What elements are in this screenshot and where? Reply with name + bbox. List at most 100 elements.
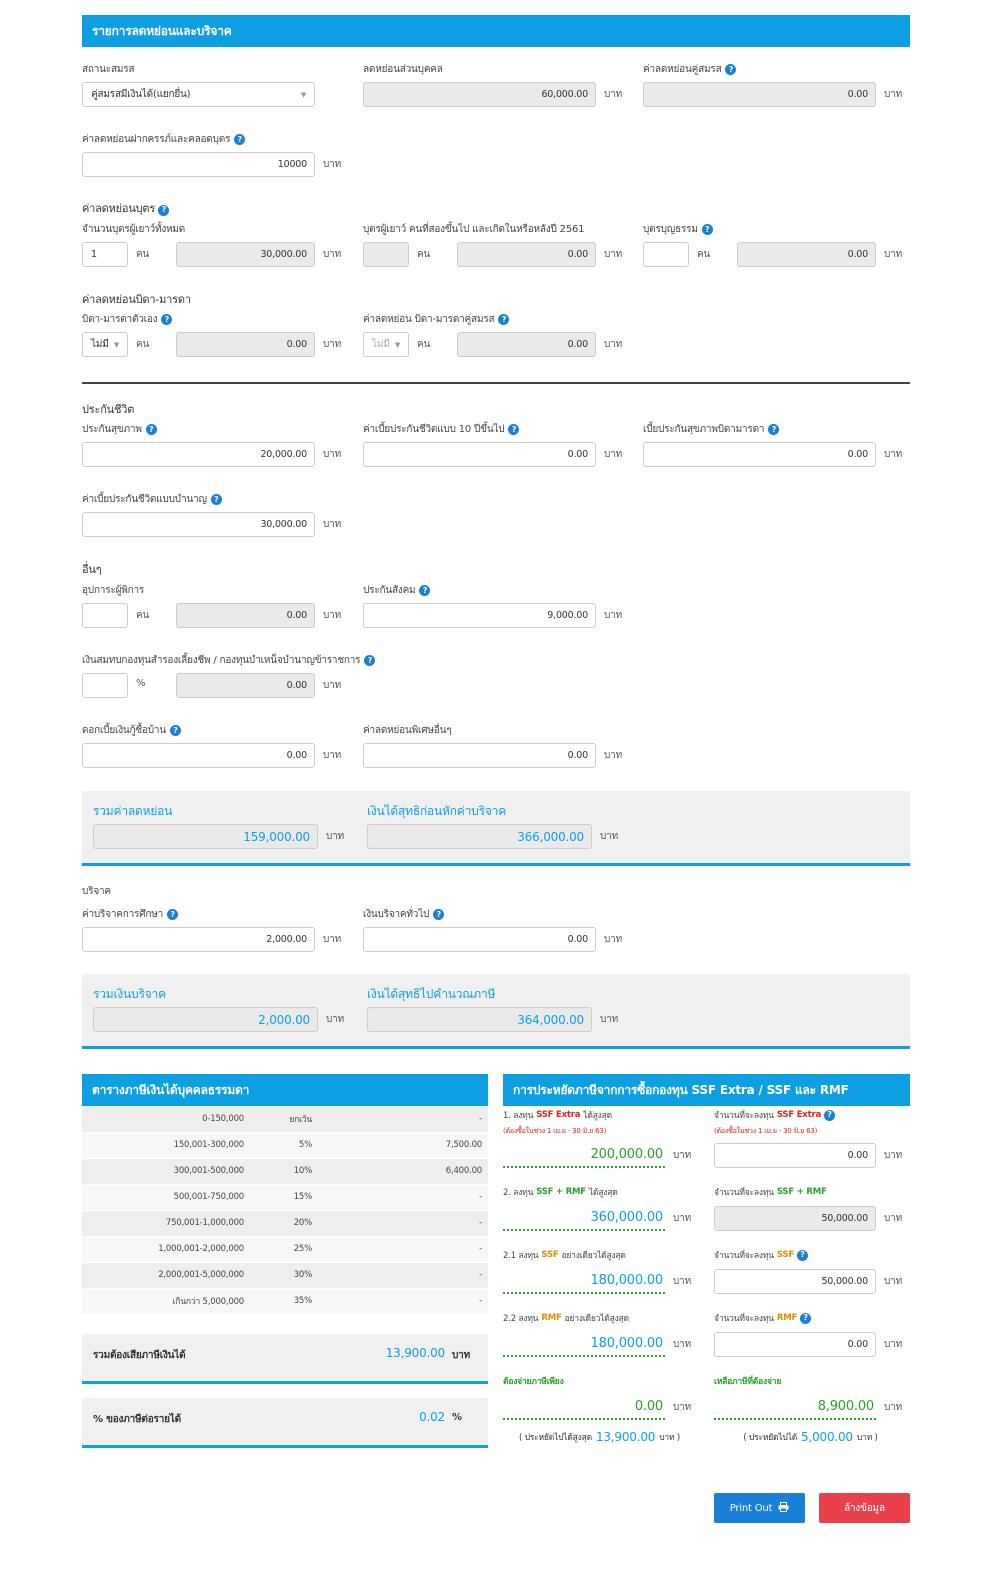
help-icon[interactable]: ? [508,424,520,435]
help-icon[interactable]: ? [725,64,737,75]
fund-percent-input[interactable] [82,673,128,698]
unit-person: คน [697,249,711,260]
tax-total-value: 13,900.00 [385,1346,445,1360]
print-button[interactable]: Print Out [714,1493,805,1523]
ssf-only-max-label: 2.1 ลงทุน SSF อย่างเดียวได้สูงสุด [503,1250,626,1261]
unit-baht: บาท [323,339,341,350]
parent-health-input[interactable]: 0.00 [643,442,876,467]
children-2561-value: 0.00 [457,242,596,267]
help-icon[interactable]: ? [158,204,170,216]
unit-baht: บาท [604,610,622,621]
help-icon[interactable]: ? [161,314,173,325]
help-icon[interactable]: ? [433,909,445,920]
ssf-extra-max-value: 200,000.00 [503,1142,665,1168]
tax-percent-value: 0.02 [419,1410,445,1424]
unit-baht: บาท [884,1339,902,1350]
edu-donation-input[interactable]: 2,000.00 [82,927,315,952]
save-max-text: ( ประหยัดไปได้สูงสุด 13,900.00 บาท ) [518,1430,681,1444]
total-deduction-label: รวมค่าลดหย่อน [93,804,173,818]
tax-amount-cell: - [318,1288,488,1315]
tax-range-cell: 300,001-500,000 [82,1158,250,1185]
pregnancy-input[interactable]: 10000 [82,152,315,177]
edu-donation-label: ค่าบริจาคการศึกษา? [82,907,179,922]
special-input[interactable]: 0.00 [363,743,596,768]
help-icon[interactable]: ? [419,585,431,596]
unit-baht: บาท [884,449,902,460]
pay-only-value: 0.00 [503,1394,665,1420]
tax-amount-cell: - [318,1210,488,1237]
rmf-invest-input[interactable]: 0.00 [714,1332,876,1357]
unit-baht: บาท [604,750,622,761]
help-icon[interactable]: ? [167,909,179,920]
help-icon[interactable]: ? [145,424,157,435]
social-input[interactable]: 9,000.00 [363,603,596,628]
parent-health-label: เบี้ยประกันสุขภาพบิดามารดา? [643,422,780,437]
marital-label: สถานะสมรส [82,64,135,75]
unit-baht: บาท [604,89,622,100]
general-donation-label: เงินบริจาคทั่วไป? [363,907,445,922]
life10-label: ค่าเบี้ยประกันชีวิตแบบ 10 ปีขึ้นไป? [363,422,520,437]
tax-amount-cell: - [318,1236,488,1263]
mortgage-input[interactable]: 0.00 [82,743,315,768]
other-section-title: อื่นๆ [82,563,102,576]
help-icon[interactable]: ? [498,314,510,325]
unit-baht: บาท [884,89,902,100]
help-icon[interactable]: ? [800,1312,812,1324]
remain-value: 8,900.00 [714,1394,876,1420]
unit-baht: บาท [884,1150,902,1161]
ssf-invest-input[interactable]: 50,000.00 [714,1269,876,1294]
children-adopted-value: 0.00 [737,242,876,267]
chevron-down-icon: ▼ [113,340,119,349]
help-icon[interactable]: ? [234,134,246,145]
children-total-label: จำนวนบุตรผู้เยาว์ทั้งหมด [82,224,186,235]
help-icon[interactable]: ? [169,725,181,736]
unit-person: คน [136,249,150,260]
tax-range-cell: 2,000,001-5,000,000 [82,1262,250,1289]
help-icon[interactable]: ? [768,424,780,435]
total-deduction-value: 159,000.00 [93,824,318,849]
unit-baht: บาท [323,159,341,170]
marital-select[interactable]: คู่สมรสมีเงินได้(แยกยื่น) ▼ [82,82,315,107]
unit-percent: % [452,1412,462,1423]
social-label: ประกันสังคม? [363,583,431,598]
health-input[interactable]: 20,000.00 [82,442,315,467]
rmf-only-max-value: 180,000.00 [503,1331,665,1357]
parents-own-select[interactable]: ไม่มี ▼ [82,332,128,357]
disabled-count-input[interactable] [82,603,128,628]
marital-select-value: คู่สมรสมีเงินได้(แยกยื่น) [91,89,191,100]
table-row: 300,001-500,000 10% 6,400.00 [82,1158,488,1185]
children-adopted-count-input[interactable] [643,242,689,267]
unit-baht: บาท [884,249,902,260]
help-icon[interactable]: ? [701,224,713,235]
net-taxable-value: 364,000.00 [367,1007,592,1032]
unit-baht: บาท [673,1213,691,1224]
life10-input[interactable]: 0.00 [363,442,596,467]
help-icon[interactable]: ? [796,1249,808,1261]
table-row: 750,001-1,000,000 20% - [82,1210,488,1237]
help-icon[interactable]: ? [823,1109,835,1121]
parents-spouse-select: ไม่มี ▼ [363,332,409,357]
parents-section-title: ค่าลดหย่อนบิดา-มารดา [82,293,191,306]
unit-baht: บาท [323,610,341,621]
mortgage-label: ดอกเบี้ยเงินกู้ซื้อบ้าน? [82,723,181,738]
ssf-extra-invest-input[interactable]: 0.00 [714,1143,876,1168]
help-icon[interactable]: ? [210,494,222,505]
clear-button[interactable]: ล้างข้อมูล [819,1493,910,1523]
ssf-extra-invest-label: จำนวนที่จะลงทุน SSF Extra? [714,1108,835,1122]
tax-amount-cell: 6,400.00 [318,1158,488,1185]
children-total-count-input[interactable]: 1 [82,242,128,267]
unit-baht: บาท [673,1276,691,1287]
ssf-rmf-max-label: 2. ลงทุน SSF + RMF ได้สูงสุด [503,1187,618,1198]
net-before-donation-label: เงินได้สุทธิก่อนหักค่าบริจาค [367,804,507,818]
tax-rate-cell: 35% [250,1288,318,1315]
unit-baht: บาท [604,449,622,460]
table-row: 150,001-300,000 5% 7,500.00 [82,1132,488,1159]
unit-baht: บาท [884,1402,902,1413]
pension-input[interactable]: 30,000.00 [82,512,315,537]
unit-baht: บาท [673,1339,691,1350]
tax-range-cell: 150,001-300,000 [82,1132,250,1159]
remain-label: เหลือภาษีที่ต้องจ่าย [714,1377,782,1387]
tax-rate-cell: 30% [250,1262,318,1289]
help-icon[interactable]: ? [364,655,376,666]
general-donation-input[interactable]: 0.00 [363,927,596,952]
